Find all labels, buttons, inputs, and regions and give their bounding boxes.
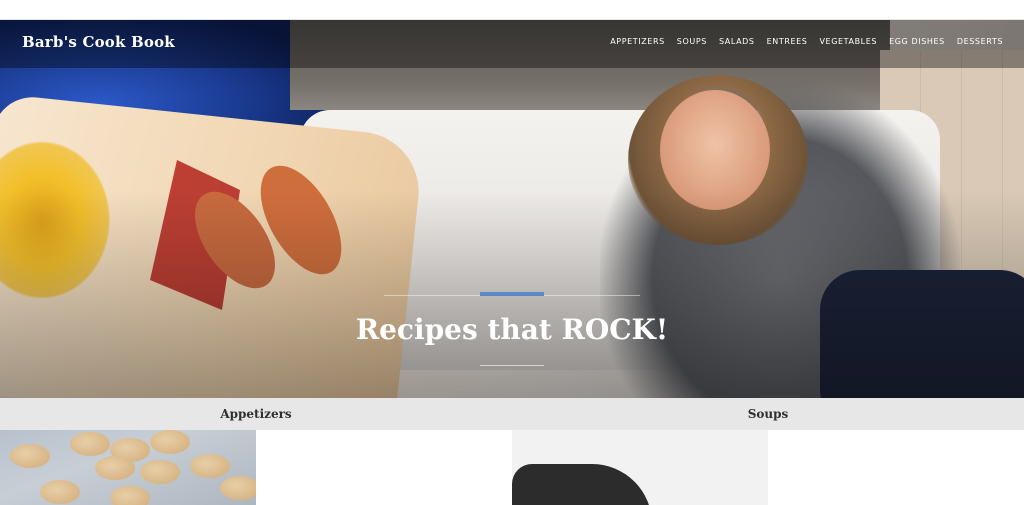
cracker-image-detail [95,456,135,480]
headline-divider-bottom [480,365,544,366]
site-brand[interactable]: Barb's Cook Book [22,33,175,51]
bowl-image-detail [512,464,652,505]
cracker-image-detail [70,432,110,456]
cracker-image-detail [40,480,80,504]
cracker-image-detail [140,460,180,484]
soups-thumbnail[interactable] [512,430,768,505]
menu-item-appetizers[interactable]: APPETIZERS [610,37,665,46]
menu-item-desserts[interactable]: DESSERTS [957,37,1003,46]
category-title-soups[interactable]: Soups [512,407,1024,421]
cracker-image-detail [220,476,256,500]
hero-headline: Recipes that ROCK! [355,313,669,346]
cracker-image-detail [110,486,150,505]
menu-item-soups[interactable]: SOUPS [677,37,707,46]
cracker-image-detail [190,454,230,478]
cracker-image-detail [150,430,190,454]
cracker-image-detail [10,444,50,468]
appetizers-thumbnail[interactable] [0,430,256,505]
headline-accent-bar [480,292,544,296]
hero-banner: Barb's Cook Book APPETIZERS SOUPS SALADS… [0,20,1024,398]
main-menu: APPETIZERS SOUPS SALADS ENTREES VEGETABL… [610,37,1003,46]
category-title-appetizers[interactable]: Appetizers [0,407,512,421]
browser-top-strip [0,0,1024,20]
menu-item-salads[interactable]: SALADS [719,37,755,46]
category-header-bar: Appetizers Soups [0,398,1024,430]
menu-item-vegetables[interactable]: VEGETABLES [819,37,877,46]
menu-item-entrees[interactable]: ENTREES [767,37,808,46]
menu-item-egg-dishes[interactable]: EGG DISHES [889,37,945,46]
top-navbar: Barb's Cook Book APPETIZERS SOUPS SALADS… [0,20,1024,68]
